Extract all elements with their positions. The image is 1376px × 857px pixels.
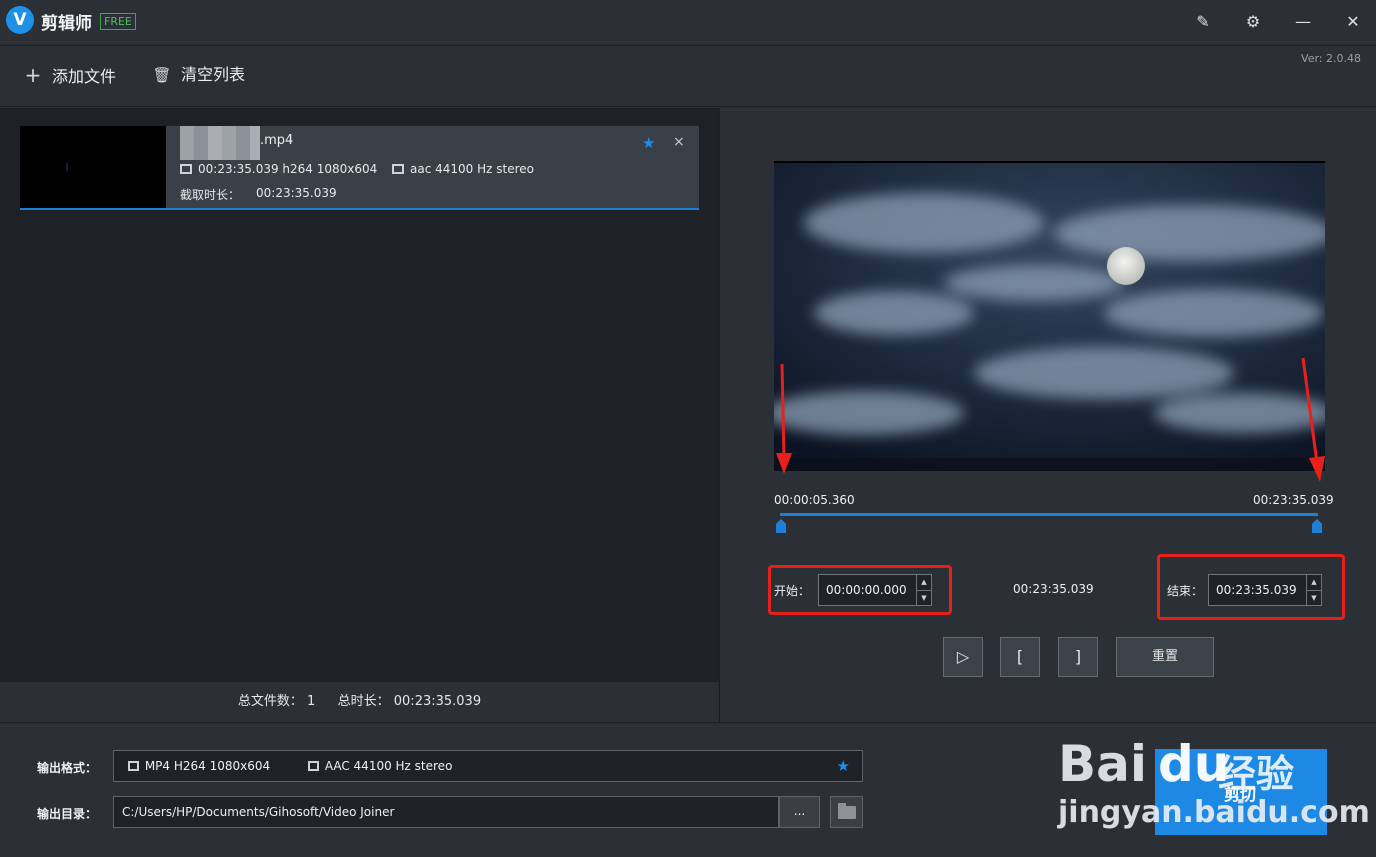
trim-timeline[interactable] bbox=[780, 513, 1318, 516]
clear-list-label: 清空列表 bbox=[181, 65, 246, 84]
range-end-time: 00:23:35.039 bbox=[1253, 493, 1334, 507]
title-bar: V 剪辑师 FREE ✎ ⚙ — ✕ bbox=[0, 0, 1376, 46]
output-dir-label: 输出目录： bbox=[37, 807, 98, 821]
file-list-item[interactable]: .mp4 ★ × 00:23:35.039 h264 1080x604 aac … bbox=[20, 126, 699, 210]
annotation-arrows bbox=[776, 357, 1325, 482]
toolbar: + 添加文件 🗑 清空列表 Ver: 2.0.48 bbox=[0, 47, 1376, 107]
stats-bar: 总文件数： 1 总时长： 00:23:35.039 bbox=[0, 682, 719, 722]
trash-icon: 🗑 bbox=[152, 66, 172, 84]
film-icon bbox=[127, 761, 139, 771]
video-thumbnail bbox=[20, 126, 166, 208]
range-start-time: 00:00:05.360 bbox=[774, 493, 855, 507]
minimize-icon[interactable]: — bbox=[1291, 10, 1315, 34]
add-files-button[interactable]: + 添加文件 bbox=[22, 61, 116, 89]
total-duration-value: 00:23:35.039 bbox=[393, 694, 482, 709]
browse-button[interactable]: ... bbox=[779, 796, 820, 828]
open-folder-button[interactable] bbox=[830, 796, 863, 828]
end-highlight-box bbox=[1157, 554, 1345, 620]
audio-icon bbox=[307, 761, 319, 771]
total-duration-label: 总时长： bbox=[337, 694, 390, 709]
output-dir-field[interactable]: C:/Users/HP/Documents/Gihosoft/Video Joi… bbox=[113, 796, 779, 828]
add-files-label: 添加文件 bbox=[52, 67, 117, 86]
folder-icon bbox=[838, 803, 856, 819]
output-format-label: 输出格式： bbox=[37, 761, 98, 775]
start-highlight-box bbox=[768, 565, 952, 615]
total-files-label: 总文件数： bbox=[237, 694, 303, 709]
format-audio: AAC 44100 Hz stereo bbox=[324, 759, 453, 773]
watermark-brand: Bai bbox=[1058, 735, 1147, 793]
format-video: MP4 H264 1080x604 bbox=[144, 759, 271, 773]
total-files-count: 1 bbox=[307, 694, 316, 709]
close-icon[interactable]: ✕ bbox=[1341, 10, 1365, 34]
file-list-panel: .mp4 ★ × 00:23:35.039 h264 1080x604 aac … bbox=[0, 108, 719, 682]
play-button[interactable]: ▷ bbox=[943, 637, 983, 677]
plus-icon: + bbox=[24, 63, 42, 87]
star-icon[interactable]: ★ bbox=[642, 134, 655, 152]
preview-panel: 00:00:05.360 00:23:35.039 开始： ▲ ▼ 00:23:… bbox=[720, 108, 1376, 722]
version-label: Ver: 2.0.48 bbox=[1301, 52, 1361, 65]
clear-list-button[interactable]: 🗑 清空列表 bbox=[151, 61, 245, 89]
app-logo-icon: V bbox=[6, 6, 34, 34]
output-format-field[interactable]: MP4 H264 1080x604 AAC 44100 Hz stereo ★ bbox=[113, 750, 863, 782]
blurred-filename bbox=[180, 126, 260, 160]
clip-duration-value: 00:23:35.039 bbox=[256, 186, 337, 200]
clip-duration-display: 00:23:35.039 bbox=[1013, 582, 1094, 596]
star-icon[interactable]: ★ bbox=[837, 751, 850, 781]
clip-duration-label: 截取时长： bbox=[180, 188, 241, 202]
watermark-url: jingyan.baidu.com bbox=[1058, 795, 1370, 830]
remove-file-icon[interactable]: × bbox=[673, 134, 685, 150]
file-name: .mp4 bbox=[260, 133, 294, 148]
mark-in-button[interactable]: [ bbox=[1000, 637, 1040, 677]
film-icon bbox=[180, 164, 192, 174]
audio-icon bbox=[392, 164, 404, 174]
settings-gear-icon[interactable]: ⚙ bbox=[1241, 10, 1265, 34]
free-badge: FREE bbox=[100, 13, 136, 30]
reset-button[interactable]: 重置 bbox=[1116, 637, 1214, 677]
baidu-watermark: Bai du 经验 剪切 jingyan.baidu.com bbox=[1058, 713, 1370, 853]
mark-out-button[interactable]: ] bbox=[1058, 637, 1098, 677]
app-title: 剪辑师 bbox=[41, 14, 92, 34]
audio-info: aac 44100 Hz stereo bbox=[392, 162, 534, 176]
edit-icon[interactable]: ✎ bbox=[1191, 10, 1215, 34]
video-info: 00:23:35.039 h264 1080x604 bbox=[180, 162, 377, 176]
